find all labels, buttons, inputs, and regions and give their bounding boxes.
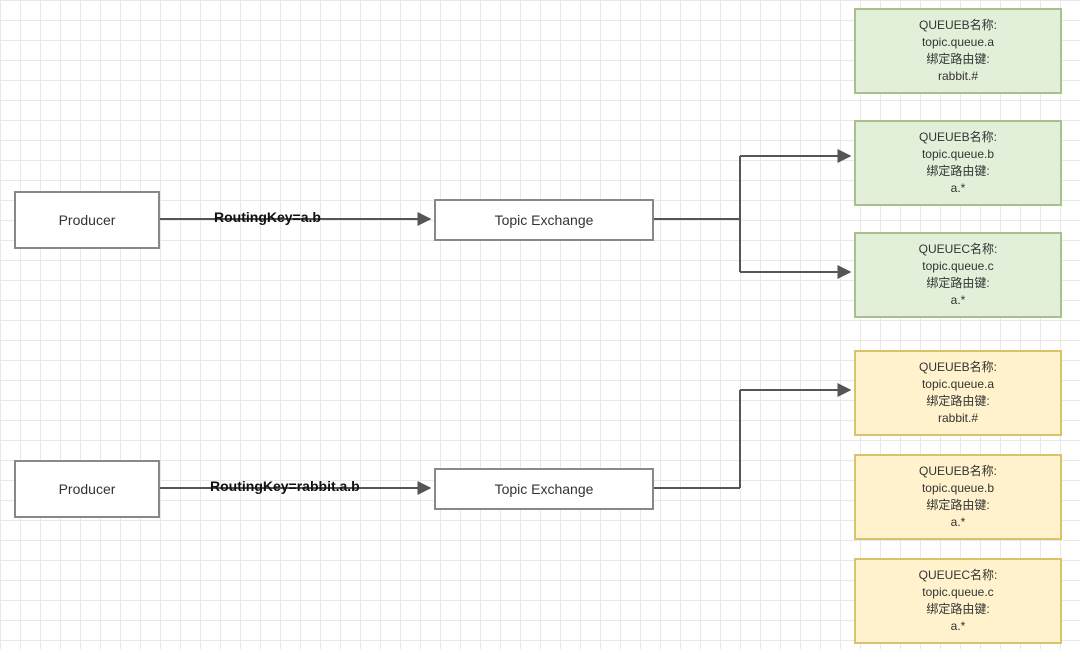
queue-bind-label: 绑定路由键: bbox=[926, 601, 989, 618]
queue-bind-label: 绑定路由键: bbox=[926, 51, 989, 68]
queue-bind-label: 绑定路由键: bbox=[926, 497, 989, 514]
queue-name: topic.queue.c bbox=[922, 584, 993, 601]
queue-bind-key: rabbit.# bbox=[938, 410, 978, 427]
queue-bind-label: 绑定路由键: bbox=[926, 393, 989, 410]
queue-title: QUEUEB名称: bbox=[919, 129, 997, 146]
queue-bind-key: a.* bbox=[951, 180, 966, 197]
exchange-label: Topic Exchange bbox=[495, 212, 594, 228]
queue-title: QUEUEC名称: bbox=[919, 567, 998, 584]
queue-yellow-b: QUEUEB名称: topic.queue.b 绑定路由键: a.* bbox=[854, 454, 1062, 540]
connector-layer bbox=[0, 0, 1080, 649]
producer-node-1: Producer bbox=[14, 191, 160, 249]
routing-key-label-2: RoutingKey=rabbit.a.b bbox=[210, 478, 360, 494]
queue-yellow-c: QUEUEC名称: topic.queue.c 绑定路由键: a.* bbox=[854, 558, 1062, 644]
queue-title: QUEUEB名称: bbox=[919, 463, 997, 480]
diagram-canvas: Producer RoutingKey=a.b Topic Exchange P… bbox=[0, 0, 1080, 649]
queue-title: QUEUEB名称: bbox=[919, 17, 997, 34]
queue-bind-label: 绑定路由键: bbox=[926, 275, 989, 292]
producer-node-2: Producer bbox=[14, 460, 160, 518]
queue-green-b: QUEUEB名称: topic.queue.b 绑定路由键: a.* bbox=[854, 120, 1062, 206]
routing-key-label-1: RoutingKey=a.b bbox=[214, 209, 321, 225]
queue-bind-label: 绑定路由键: bbox=[926, 163, 989, 180]
queue-name: topic.queue.a bbox=[922, 34, 994, 51]
queue-green-c: QUEUEC名称: topic.queue.c 绑定路由键: a.* bbox=[854, 232, 1062, 318]
queue-name: topic.queue.c bbox=[922, 258, 993, 275]
queue-bind-key: rabbit.# bbox=[938, 68, 978, 85]
exchange-node-1: Topic Exchange bbox=[434, 199, 654, 241]
exchange-label: Topic Exchange bbox=[495, 481, 594, 497]
producer-label: Producer bbox=[59, 481, 116, 497]
queue-title: QUEUEB名称: bbox=[919, 359, 997, 376]
queue-bind-key: a.* bbox=[951, 292, 966, 309]
queue-name: topic.queue.b bbox=[922, 146, 994, 163]
queue-yellow-a: QUEUEB名称: topic.queue.a 绑定路由键: rabbit.# bbox=[854, 350, 1062, 436]
queue-name: topic.queue.b bbox=[922, 480, 994, 497]
queue-bind-key: a.* bbox=[951, 618, 966, 635]
queue-name: topic.queue.a bbox=[922, 376, 994, 393]
queue-bind-key: a.* bbox=[951, 514, 966, 531]
exchange-node-2: Topic Exchange bbox=[434, 468, 654, 510]
producer-label: Producer bbox=[59, 212, 116, 228]
queue-title: QUEUEC名称: bbox=[919, 241, 998, 258]
queue-green-a: QUEUEB名称: topic.queue.a 绑定路由键: rabbit.# bbox=[854, 8, 1062, 94]
